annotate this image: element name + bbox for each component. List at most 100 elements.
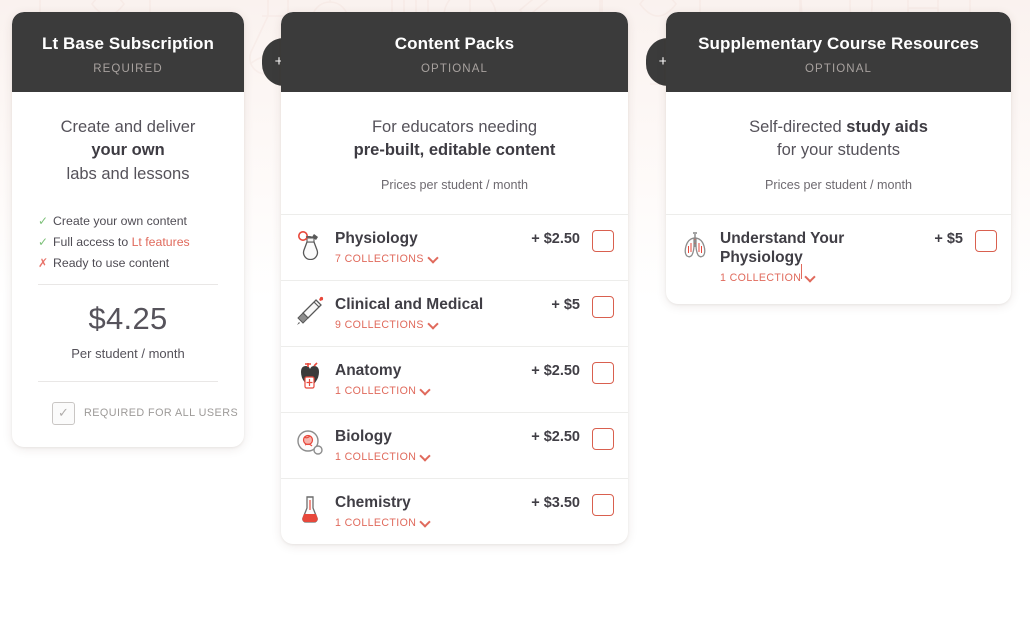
card-header-base: Lt Base Subscription REQUIRED (12, 12, 244, 92)
collections-toggle[interactable]: 7 COLLECTIONS (335, 253, 438, 265)
card-content-packs: Content Packs OPTIONAL For educators nee… (281, 12, 628, 544)
chevron-down-icon (421, 517, 430, 526)
list-item-price: + $3.50 (531, 494, 580, 511)
base-price: $4.25 (88, 300, 168, 336)
list-item[interactable]: Biology 1 COLLECTION + $2.50 (281, 411, 628, 478)
list-item-main: Clinical and Medical 9 COLLECTIONS (335, 295, 545, 333)
feature-item: ✓ Create your own content (38, 213, 244, 228)
check-icon: ✓ (38, 213, 49, 228)
required-checkbox-label: REQUIRED FOR ALL USERS (84, 407, 239, 420)
list-item-price: + $2.50 (531, 230, 580, 247)
feature-label: Ready to use content (53, 256, 170, 271)
list-item-checkbox[interactable] (592, 493, 614, 516)
list-item-checkbox[interactable] (975, 229, 997, 252)
feature-item: ✗ Ready to use content (38, 256, 244, 271)
list-item-price: + $5 (551, 296, 580, 313)
list-item-checkbox[interactable] (592, 229, 614, 252)
base-pitch-line2: your own (91, 141, 165, 160)
collections-count: 1 COLLECTION (335, 384, 417, 397)
collections-count: 1 COLLECTION (720, 271, 802, 284)
list-item[interactable]: Anatomy 1 COLLECTION + $2.50 (281, 345, 628, 412)
list-item[interactable]: Chemistry 1 COLLECTION + $3.50 (281, 477, 628, 544)
list-item-name: Physiology (335, 229, 418, 247)
list-item-checkbox[interactable] (592, 427, 614, 450)
list-item-main: Chemistry 1 COLLECTION (335, 493, 525, 531)
base-price-block: $4.25 Per student / month (12, 285, 244, 361)
chemistry-icon (295, 494, 325, 524)
collections-count: 1 COLLECTION (335, 450, 417, 463)
chevron-down-icon (421, 385, 430, 394)
anatomy-icon (295, 362, 325, 392)
card-lt-base-subscription: Lt Base Subscription REQUIRED Create and… (12, 12, 244, 447)
list-item-price: + $5 (934, 230, 963, 247)
pricing-configurator: Lt Base Subscription REQUIRED Create and… (0, 0, 1030, 621)
card-subtitle-supplementary: OPTIONAL (805, 62, 872, 75)
blurb-line1: For educators needing (371, 117, 538, 136)
base-feature-list: ✓ Create your own content ✓ Full access … (12, 213, 244, 271)
list-item[interactable]: Physiology 7 COLLECTIONS + $2.50 (281, 213, 628, 280)
list-item[interactable]: Clinical and Medical 9 COLLECTIONS + $5 (281, 279, 628, 346)
card-header-content-packs: Content Packs OPTIONAL (281, 12, 628, 92)
list-item-main: Anatomy 1 COLLECTION (335, 361, 525, 399)
list-item[interactable]: Understand Your Physiology 1 COLLECTION … (666, 213, 1011, 304)
list-item-price: + $2.50 (531, 428, 580, 445)
base-pitch-line1: Create and deliver (60, 117, 196, 136)
list-item-checkbox[interactable] (592, 361, 614, 384)
blurb-line2: pre-built, editable content (353, 141, 556, 160)
collections-toggle[interactable]: 1 COLLECTION (335, 517, 430, 529)
chevron-down-icon (801, 264, 815, 281)
blurb-line1-bold: study aids (846, 117, 928, 136)
collections-toggle[interactable]: 1 COLLECTION (335, 385, 430, 397)
base-pitch: Create and deliver your own labs and les… (12, 92, 244, 193)
list-item-main: Biology 1 COLLECTION (335, 427, 525, 465)
feature-label-text: Full access to (53, 235, 132, 250)
chevron-down-icon (429, 319, 438, 328)
base-price-note: Per student / month (71, 345, 185, 361)
cards-container: Lt Base Subscription REQUIRED Create and… (0, 0, 1030, 621)
card-title-content-packs: Content Packs (394, 34, 515, 53)
list-item-name: Understand Your Physiology (720, 229, 845, 266)
collections-count: 9 COLLECTIONS (335, 318, 424, 331)
card-subtitle-content-packs: OPTIONAL (421, 62, 488, 75)
list-item-name: Biology (335, 427, 392, 445)
chevron-down-icon (429, 253, 438, 262)
check-icon: ✓ (38, 235, 49, 250)
list-item-price: + $2.50 (531, 362, 580, 379)
list-item-name: Anatomy (335, 361, 402, 379)
collections-count: 1 COLLECTION (335, 516, 417, 529)
cross-icon: ✗ (38, 256, 49, 271)
biology-icon (295, 428, 325, 458)
lt-features-link[interactable]: Lt features (132, 235, 190, 249)
card-body-base: Create and deliver your own labs and les… (12, 92, 244, 447)
list-item-main: Physiology 7 COLLECTIONS (335, 229, 525, 267)
base-pitch-line3: labs and lessons (66, 165, 190, 184)
card-subtitle-base: REQUIRED (93, 62, 163, 75)
blurb-line2: for your students (777, 141, 900, 160)
supplementary-rows: Understand Your Physiology 1 COLLECTION … (666, 213, 1011, 304)
required-for-all-users-row: ✓ REQUIRED FOR ALL USERS (12, 382, 244, 447)
card-title-supplementary: Supplementary Course Resources (698, 34, 979, 53)
list-item-name: Chemistry (335, 493, 411, 511)
list-item-main: Understand Your Physiology 1 COLLECTION (720, 229, 928, 286)
card-title-base: Lt Base Subscription (41, 34, 215, 53)
card-body-supplementary: Self-directed study aids for your studen… (666, 92, 1011, 304)
blurb-note: Prices per student / month (765, 178, 912, 193)
collections-toggle[interactable]: 1 COLLECTION (335, 451, 430, 463)
content-packs-rows: Physiology 7 COLLECTIONS + $2.50 Clinica… (281, 213, 628, 544)
lungs-icon (680, 230, 710, 260)
collections-toggle[interactable]: 9 COLLECTIONS (335, 319, 438, 331)
card-body-content-packs: For educators needing pre-built, editabl… (281, 92, 628, 544)
list-item-checkbox[interactable] (592, 295, 614, 318)
clinical-medical-icon (295, 296, 325, 326)
blurb-line1: Self-directed (749, 117, 847, 136)
card-header-supplementary: Supplementary Course Resources OPTIONAL (666, 12, 1011, 92)
content-packs-blurb: For educators needing pre-built, editabl… (281, 92, 628, 195)
chevron-down-icon (421, 451, 430, 460)
feature-item: ✓ Full access to Lt features (38, 236, 244, 248)
required-checkbox: ✓ (52, 401, 75, 425)
physiology-icon (295, 230, 325, 260)
card-supplementary-course-resources: Supplementary Course Resources OPTIONAL … (666, 12, 1011, 304)
collections-toggle[interactable]: 1 COLLECTION (720, 264, 815, 284)
blurb-note: Prices per student / month (381, 178, 528, 193)
supplementary-blurb: Self-directed study aids for your studen… (666, 92, 1011, 195)
